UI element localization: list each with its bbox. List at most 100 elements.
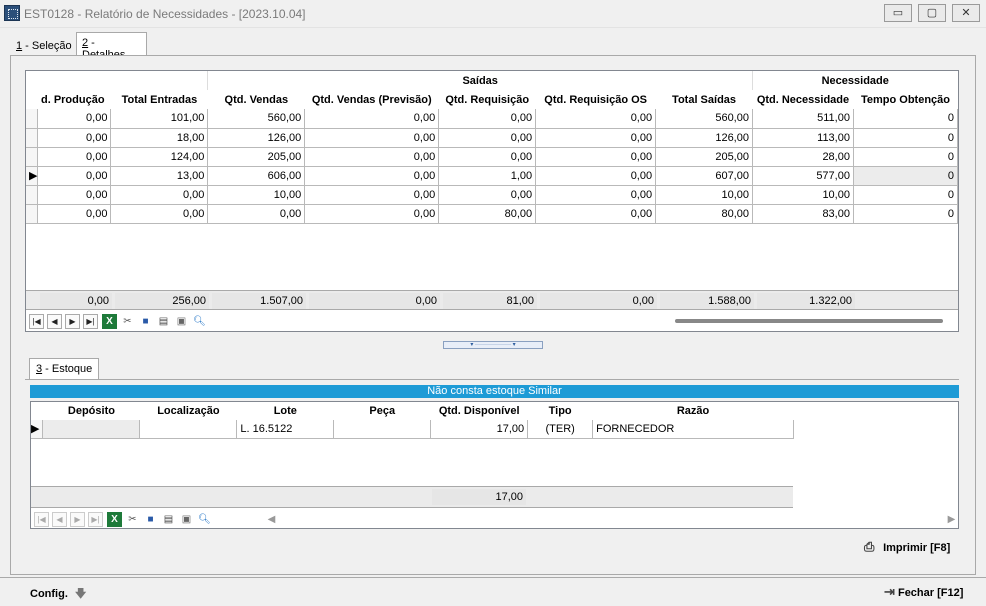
- table-cell[interactable]: 0,00: [37, 204, 112, 224]
- table-cell[interactable]: 0: [853, 147, 959, 167]
- table-cell[interactable]: 0,00: [37, 128, 112, 148]
- table-cell[interactable]: 10,00: [655, 185, 753, 205]
- table-cell[interactable]: 101,00: [110, 109, 209, 129]
- col-header[interactable]: Razão: [593, 402, 794, 420]
- col-header[interactable]: Total Saídas: [656, 90, 753, 109]
- config-button[interactable]: Config. 🡇: [30, 585, 86, 604]
- table-cell[interactable]: [139, 420, 238, 439]
- print-button[interactable]: ⎙ Imprimir [F8]: [864, 539, 950, 555]
- table-cell[interactable]: 0,00: [304, 109, 440, 129]
- splitter-handle[interactable]: ▾ ·················· ▾: [443, 341, 543, 349]
- tab-detalhes[interactable]: 2 - Detalhes: [76, 32, 147, 61]
- table-cell[interactable]: 0,00: [110, 204, 209, 224]
- scroll-right-icon[interactable]: ▶: [944, 512, 959, 527]
- minimize-button[interactable]: ▭: [884, 4, 912, 22]
- table-cell[interactable]: 560,00: [207, 109, 306, 129]
- table-cell[interactable]: 511,00: [752, 109, 854, 129]
- search-icon[interactable]: 🔍︎: [192, 314, 207, 329]
- col-header[interactable]: Tipo: [528, 402, 593, 420]
- table-cell[interactable]: 10,00: [207, 185, 306, 205]
- necessidades-grid[interactable]: Saídas Necessidade d. Produção Total Ent…: [25, 70, 959, 332]
- first-record-button[interactable]: |◀: [34, 512, 49, 527]
- tools-icon[interactable]: ✂: [120, 314, 135, 329]
- table-cell[interactable]: [333, 420, 432, 439]
- table-cell[interactable]: 0,00: [37, 185, 112, 205]
- table-cell[interactable]: 1,00: [438, 166, 537, 186]
- horizontal-scrollbar[interactable]: [675, 319, 943, 323]
- table-cell[interactable]: 0,00: [438, 185, 537, 205]
- table-cell[interactable]: 126,00: [655, 128, 753, 148]
- table-cell[interactable]: 0,00: [304, 128, 440, 148]
- table-cell[interactable]: 205,00: [207, 147, 306, 167]
- col-header[interactable]: Qtd. Requisição: [439, 90, 536, 109]
- col-header[interactable]: Peça: [334, 402, 431, 420]
- table-cell[interactable]: L. 16.5122: [236, 420, 335, 439]
- table-cell[interactable]: 13,00: [110, 166, 209, 186]
- col-header[interactable]: Localização: [140, 402, 237, 420]
- col-header[interactable]: Qtd. Disponível: [431, 402, 528, 420]
- table-row[interactable]: 0,00 18,00 126,00 0,00 0,00 0,00 126,00 113,00 0: [26, 128, 959, 148]
- maximize-button[interactable]: ▢: [918, 4, 946, 22]
- close-window-button[interactable]: ✕: [952, 4, 980, 22]
- prev-record-button[interactable]: ◀: [52, 512, 67, 527]
- columns-icon[interactable]: ▤: [161, 512, 176, 527]
- table-cell[interactable]: 126,00: [207, 128, 306, 148]
- col-header[interactable]: Total Entradas: [111, 90, 208, 109]
- table-cell[interactable]: 0,00: [535, 147, 657, 167]
- table-cell[interactable]: 80,00: [438, 204, 537, 224]
- print-preview-icon[interactable]: ▣: [174, 314, 189, 329]
- table-row[interactable]: 0,00 0,00 0,00 0,00 80,00 0,00 80,00 83,00 0: [26, 204, 959, 224]
- table-cell[interactable]: 606,00: [207, 166, 306, 186]
- table-cell[interactable]: 0,00: [535, 185, 657, 205]
- col-header[interactable]: Qtd. Requisição OS: [536, 90, 656, 109]
- columns-icon[interactable]: ▤: [156, 314, 171, 329]
- table-cell[interactable]: 0,00: [304, 204, 440, 224]
- table-cell[interactable]: 0,00: [535, 109, 657, 129]
- tab-estoque[interactable]: 3 - Estoque: [29, 358, 100, 379]
- search-icon[interactable]: 🔍︎: [197, 512, 212, 527]
- table-cell[interactable]: 0,00: [304, 166, 440, 186]
- col-header[interactable]: Depósito: [43, 402, 140, 420]
- save-icon[interactable]: ■: [143, 512, 158, 527]
- table-cell[interactable]: (TER): [527, 420, 594, 439]
- table-cell[interactable]: 0,00: [304, 185, 440, 205]
- col-header[interactable]: Qtd. Vendas (Previsão): [305, 90, 439, 109]
- table-cell[interactable]: 0,00: [304, 147, 440, 167]
- table-cell[interactable]: 0,00: [37, 147, 112, 167]
- col-header[interactable]: Qtd. Necessidade: [752, 90, 853, 109]
- table-cell[interactable]: 205,00: [655, 147, 753, 167]
- table-cell[interactable]: 0: [853, 185, 959, 205]
- table-cell[interactable]: 0,00: [438, 128, 537, 148]
- table-row[interactable]: 0,00 124,00 205,00 0,00 0,00 0,00 205,00 28,00 0: [26, 147, 959, 167]
- next-record-button[interactable]: ▶: [70, 512, 85, 527]
- table-cell[interactable]: 0,00: [438, 109, 537, 129]
- table-cell[interactable]: 0,00: [110, 185, 209, 205]
- table-cell[interactable]: 83,00: [752, 204, 854, 224]
- table-cell[interactable]: 0: [853, 109, 959, 129]
- col-header[interactable]: Qtd. Vendas: [208, 90, 305, 109]
- table-row[interactable]: 0,00 101,00 560,00 0,00 0,00 0,00 560,00 511,00…: [26, 109, 959, 129]
- table-cell[interactable]: 560,00: [655, 109, 753, 129]
- table-cell[interactable]: 0,00: [535, 166, 657, 186]
- table-cell[interactable]: 0,00: [438, 147, 537, 167]
- table-row[interactable]: ▶ 0,00 13,00 606,00 0,00 1,00 0,00 607,00 577,00…: [26, 166, 959, 186]
- table-cell[interactable]: 0: [853, 204, 959, 224]
- table-cell[interactable]: 0,00: [535, 128, 657, 148]
- excel-icon[interactable]: X: [102, 314, 117, 329]
- next-record-button[interactable]: ▶: [65, 314, 80, 329]
- print-preview-icon[interactable]: ▣: [179, 512, 194, 527]
- table-row[interactable]: ▶ L. 16.5122 17,00 (TER) FORNECEDOR: [31, 420, 794, 439]
- table-cell[interactable]: 17,00: [430, 420, 529, 439]
- tools-icon[interactable]: ✂: [125, 512, 140, 527]
- last-record-button[interactable]: ▶|: [88, 512, 103, 527]
- col-header[interactable]: d. Produção: [38, 90, 111, 109]
- prev-record-button[interactable]: ◀: [47, 314, 62, 329]
- estoque-grid[interactable]: Depósito Localização Lote Peça Qtd. Disp…: [30, 401, 959, 529]
- table-cell[interactable]: 577,00: [752, 166, 854, 186]
- excel-icon[interactable]: X: [107, 512, 122, 527]
- close-button[interactable]: ⇥ Fechar [F12]: [884, 584, 963, 600]
- last-record-button[interactable]: ▶|: [83, 314, 98, 329]
- table-cell[interactable]: 80,00: [655, 204, 753, 224]
- table-cell[interactable]: FORNECEDOR: [592, 420, 794, 439]
- table-cell[interactable]: 0,00: [37, 166, 112, 186]
